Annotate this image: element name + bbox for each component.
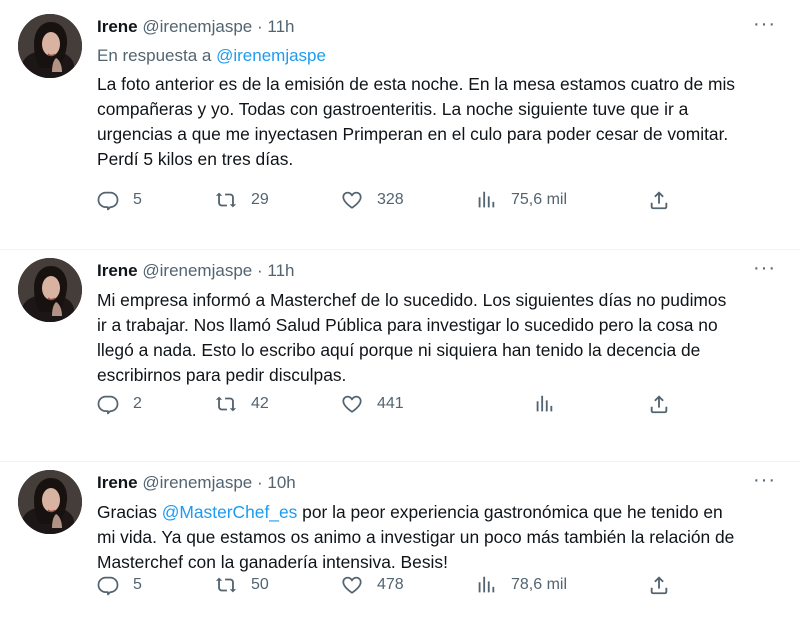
like-icon xyxy=(341,189,363,211)
user-handle[interactable]: @irenemjaspe xyxy=(142,473,252,492)
more-icon[interactable]: ··· xyxy=(753,470,776,490)
reply-button[interactable]: 2 xyxy=(97,393,142,415)
tweet-text: La foto anterior es de la emisión de est… xyxy=(97,74,736,169)
retweet-button[interactable]: 29 xyxy=(215,189,269,211)
like-button[interactable]: 441 xyxy=(341,393,404,415)
display-name[interactable]: Irene xyxy=(97,17,138,36)
reply-icon xyxy=(97,393,119,415)
more-icon[interactable]: ··· xyxy=(753,14,776,34)
display-name[interactable]: Irene xyxy=(97,473,138,492)
share-button[interactable] xyxy=(648,393,670,415)
retweet-count: 42 xyxy=(251,395,269,412)
tweet-text: Gracias @MasterChef_es por la peor exper… xyxy=(97,500,737,575)
tweet[interactable]: Irene @irenemjaspe · 11h ··· En respuest… xyxy=(0,0,800,250)
user-handle[interactable]: @irenemjaspe xyxy=(142,17,252,36)
views-icon xyxy=(533,393,555,415)
reply-context: En respuesta a @irenemjaspe xyxy=(97,44,776,68)
reply-prefix: En respuesta a xyxy=(97,46,212,65)
reply-mention-link[interactable]: @irenemjaspe xyxy=(216,46,326,65)
retweet-count: 50 xyxy=(251,576,269,593)
separator-dot: · xyxy=(256,473,263,492)
views-icon xyxy=(475,574,497,596)
retweet-count: 29 xyxy=(251,191,269,208)
view-count: 75,6 mil xyxy=(511,191,568,208)
retweet-icon xyxy=(215,189,237,211)
retweet-icon xyxy=(215,574,237,596)
like-count: 441 xyxy=(377,395,404,412)
reply-button[interactable]: 5 xyxy=(97,574,142,596)
retweet-button[interactable]: 42 xyxy=(215,393,269,415)
retweet-button[interactable]: 50 xyxy=(215,574,269,596)
like-button[interactable]: 328 xyxy=(341,189,404,211)
view-count: 78,6 mil xyxy=(511,576,568,593)
tweet-header: Irene @irenemjaspe · 11h xyxy=(97,14,776,40)
reply-count: 5 xyxy=(133,576,142,593)
reply-icon xyxy=(97,574,119,596)
user-handle[interactable]: @irenemjaspe xyxy=(142,261,252,280)
tweet-header: Irene @irenemjaspe · 11h xyxy=(97,258,776,284)
timestamp[interactable]: 10h xyxy=(267,473,295,492)
tweet[interactable]: Irene @irenemjaspe · 10h ··· Gracias @Ma… xyxy=(0,462,800,629)
display-name[interactable]: Irene xyxy=(97,261,138,280)
like-icon xyxy=(341,574,363,596)
tweet-text: Mi empresa informó a Masterchef de lo su… xyxy=(97,290,727,385)
timestamp[interactable]: 11h xyxy=(267,17,294,36)
avatar[interactable] xyxy=(18,14,82,78)
share-icon xyxy=(648,393,670,415)
tweet-thread: Irene @irenemjaspe · 11h ··· En respuest… xyxy=(0,0,800,629)
more-icon[interactable]: ··· xyxy=(753,258,776,278)
reply-count: 5 xyxy=(133,191,142,208)
views-button[interactable]: 75,6 mil xyxy=(475,189,567,211)
like-count: 328 xyxy=(377,191,404,208)
mention-link[interactable]: @MasterChef_es xyxy=(162,502,298,522)
separator-dot: · xyxy=(256,261,263,280)
like-icon xyxy=(341,393,363,415)
text-segment: Gracias xyxy=(97,502,162,522)
like-button[interactable]: 478 xyxy=(341,574,404,596)
tweet[interactable]: Irene @irenemjaspe · 11h ··· Mi empresa … xyxy=(0,250,800,462)
share-button[interactable] xyxy=(648,574,670,596)
share-button[interactable] xyxy=(648,189,670,211)
views-button[interactable]: 78,6 mil xyxy=(475,574,567,596)
views-button[interactable] xyxy=(533,393,555,415)
tweet-header: Irene @irenemjaspe · 10h xyxy=(97,470,776,496)
timestamp[interactable]: 11h xyxy=(267,261,294,280)
avatar[interactable] xyxy=(18,258,82,322)
retweet-icon xyxy=(215,393,237,415)
views-icon xyxy=(475,189,497,211)
reply-icon xyxy=(97,189,119,211)
separator-dot: · xyxy=(256,17,263,36)
reply-count: 2 xyxy=(133,395,142,412)
share-icon xyxy=(648,574,670,596)
reply-button[interactable]: 5 xyxy=(97,189,142,211)
like-count: 478 xyxy=(377,576,404,593)
avatar[interactable] xyxy=(18,470,82,534)
share-icon xyxy=(648,189,670,211)
